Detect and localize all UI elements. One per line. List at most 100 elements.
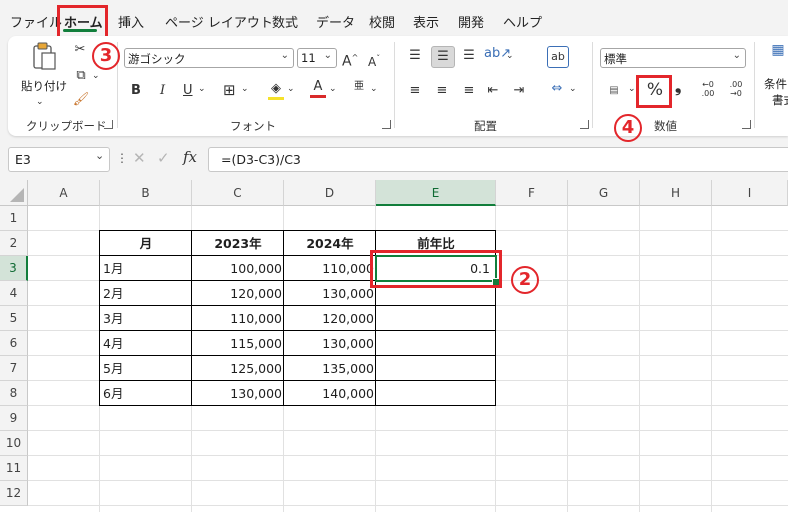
- underline-chevron-icon[interactable]: ⌄: [198, 81, 206, 97]
- number-format-select[interactable]: 標準 ⌄: [600, 48, 746, 68]
- row-header-6[interactable]: 6: [0, 331, 28, 356]
- underline-button[interactable]: U: [183, 83, 193, 99]
- row-header-3[interactable]: 3: [0, 256, 28, 281]
- decrease-decimal-icon[interactable]: .00 →0: [726, 80, 746, 98]
- table-header-cell[interactable]: 2024年: [284, 231, 376, 256]
- table-cell[interactable]: 120,000: [192, 281, 284, 306]
- orientation-icon[interactable]: ab↗: [484, 46, 511, 62]
- column-header-h[interactable]: H: [640, 180, 712, 206]
- row-header-10[interactable]: 10: [0, 431, 28, 456]
- conditional-formatting-label-1[interactable]: 条件: [764, 76, 787, 92]
- tab-review[interactable]: 校閲: [369, 12, 395, 31]
- alignment-launcher-icon[interactable]: [580, 120, 589, 129]
- column-header-g[interactable]: G: [568, 180, 640, 206]
- more-options-icon[interactable]: ⋮: [116, 151, 128, 165]
- borders-chevron-icon[interactable]: ⌄: [241, 81, 249, 97]
- conditional-formatting-icon[interactable]: ▦: [766, 42, 788, 58]
- column-header-a[interactable]: A: [28, 180, 100, 206]
- table-cell[interactable]: 100,000: [192, 256, 284, 281]
- conditional-formatting-label-2[interactable]: 書式: [772, 92, 788, 108]
- table-cell[interactable]: [376, 306, 496, 331]
- paste-chevron-icon[interactable]: ⌄: [36, 94, 44, 110]
- font-color-chevron-icon[interactable]: ⌄: [329, 81, 337, 97]
- format-painter-icon[interactable]: 🖌: [72, 92, 90, 108]
- table-cell[interactable]: [376, 381, 496, 406]
- font-name-select[interactable]: 游ゴシック ⌄: [124, 48, 294, 68]
- row-header-7[interactable]: 7: [0, 356, 28, 381]
- tab-file[interactable]: ファイル: [10, 12, 62, 31]
- paste-button-label[interactable]: 貼り付け: [21, 78, 67, 94]
- wrap-text-icon[interactable]: ab: [547, 46, 569, 68]
- table-cell[interactable]: [376, 356, 496, 381]
- row-header-11[interactable]: 11: [0, 456, 28, 481]
- copy-chevron-icon[interactable]: ⌄: [92, 68, 100, 84]
- row-header-2[interactable]: 2: [0, 231, 28, 256]
- align-top-icon[interactable]: ☰: [406, 48, 424, 64]
- table-cell[interactable]: 120,000: [284, 306, 376, 331]
- fill-chevron-icon[interactable]: ⌄: [287, 81, 295, 97]
- tab-data[interactable]: データ: [316, 12, 355, 31]
- font-size-select[interactable]: 11 ⌄: [297, 48, 337, 68]
- table-cell[interactable]: 135,000: [284, 356, 376, 381]
- table-header-cell[interactable]: 2023年: [192, 231, 284, 256]
- column-header-d[interactable]: D: [284, 180, 376, 206]
- row-header-4[interactable]: 4: [0, 281, 28, 306]
- merge-chevron-icon[interactable]: ⌄: [569, 81, 577, 97]
- row-header-8[interactable]: 8: [0, 381, 28, 406]
- shrink-font-icon[interactable]: Aˇ: [368, 51, 380, 70]
- clipboard-launcher-icon[interactable]: [104, 120, 113, 129]
- table-cell[interactable]: 3月: [100, 306, 192, 331]
- orientation-chevron-icon[interactable]: ⌄: [506, 48, 514, 64]
- cancel-icon[interactable]: ✕: [133, 149, 146, 167]
- tab-developer[interactable]: 開発: [458, 12, 484, 31]
- column-header-i[interactable]: I: [712, 180, 788, 206]
- italic-button[interactable]: I: [160, 83, 165, 99]
- copy-icon[interactable]: ⧉: [70, 68, 92, 84]
- accounting-chevron-icon[interactable]: ⌄: [628, 81, 636, 97]
- fill-color-icon[interactable]: ◈: [268, 81, 284, 100]
- row-header-12[interactable]: 12: [0, 481, 28, 506]
- column-header-c[interactable]: C: [192, 180, 284, 206]
- tab-formulas[interactable]: 数式: [272, 12, 298, 31]
- merge-center-icon[interactable]: ⇔: [547, 81, 567, 97]
- table-cell[interactable]: 2月: [100, 281, 192, 306]
- decrease-indent-icon[interactable]: ⇤: [484, 83, 502, 99]
- row-header-1[interactable]: 1: [0, 206, 28, 231]
- align-center-icon[interactable]: ≡: [433, 83, 451, 99]
- table-cell[interactable]: 110,000: [284, 256, 376, 281]
- paste-icon[interactable]: [30, 42, 58, 72]
- table-header-cell[interactable]: 月: [100, 231, 192, 256]
- table-cell[interactable]: 130,000: [284, 331, 376, 356]
- comma-style-button[interactable]: ❟: [675, 79, 681, 95]
- tab-page-layout[interactable]: ページ レイアウト: [165, 12, 273, 31]
- align-right-icon[interactable]: ≡: [460, 83, 478, 99]
- align-middle-icon[interactable]: ☰: [431, 46, 455, 68]
- tab-help[interactable]: ヘルプ: [503, 12, 542, 31]
- borders-icon[interactable]: ⊞: [223, 82, 236, 98]
- table-cell[interactable]: 130,000: [284, 281, 376, 306]
- select-all-corner[interactable]: [0, 180, 28, 206]
- row-header-5[interactable]: 5: [0, 306, 28, 331]
- table-cell[interactable]: [376, 331, 496, 356]
- table-cell[interactable]: 125,000: [192, 356, 284, 381]
- table-cell[interactable]: 4月: [100, 331, 192, 356]
- insert-function-icon[interactable]: fx: [183, 148, 197, 166]
- table-cell[interactable]: 6月: [100, 381, 192, 406]
- tab-insert[interactable]: 挿入: [118, 12, 144, 31]
- font-launcher-icon[interactable]: [382, 120, 391, 129]
- accounting-format-icon[interactable]: ▤: [604, 83, 624, 99]
- table-cell[interactable]: 110,000: [192, 306, 284, 331]
- column-header-e[interactable]: E: [376, 180, 496, 206]
- table-cell[interactable]: 115,000: [192, 331, 284, 356]
- bold-button[interactable]: B: [131, 83, 141, 99]
- column-header-b[interactable]: B: [100, 180, 192, 206]
- increase-indent-icon[interactable]: ⇥: [510, 83, 528, 99]
- name-box[interactable]: E3 ⌄: [8, 147, 110, 172]
- table-cell[interactable]: 1月: [100, 256, 192, 281]
- phonetic-icon[interactable]: 亜: [354, 79, 364, 95]
- number-launcher-icon[interactable]: [742, 120, 751, 129]
- formula-input[interactable]: =(D3-C3)/C3: [208, 147, 788, 172]
- font-color-icon[interactable]: A: [310, 79, 326, 98]
- table-cell[interactable]: 130,000: [192, 381, 284, 406]
- increase-decimal-icon[interactable]: ←0.00: [698, 80, 718, 98]
